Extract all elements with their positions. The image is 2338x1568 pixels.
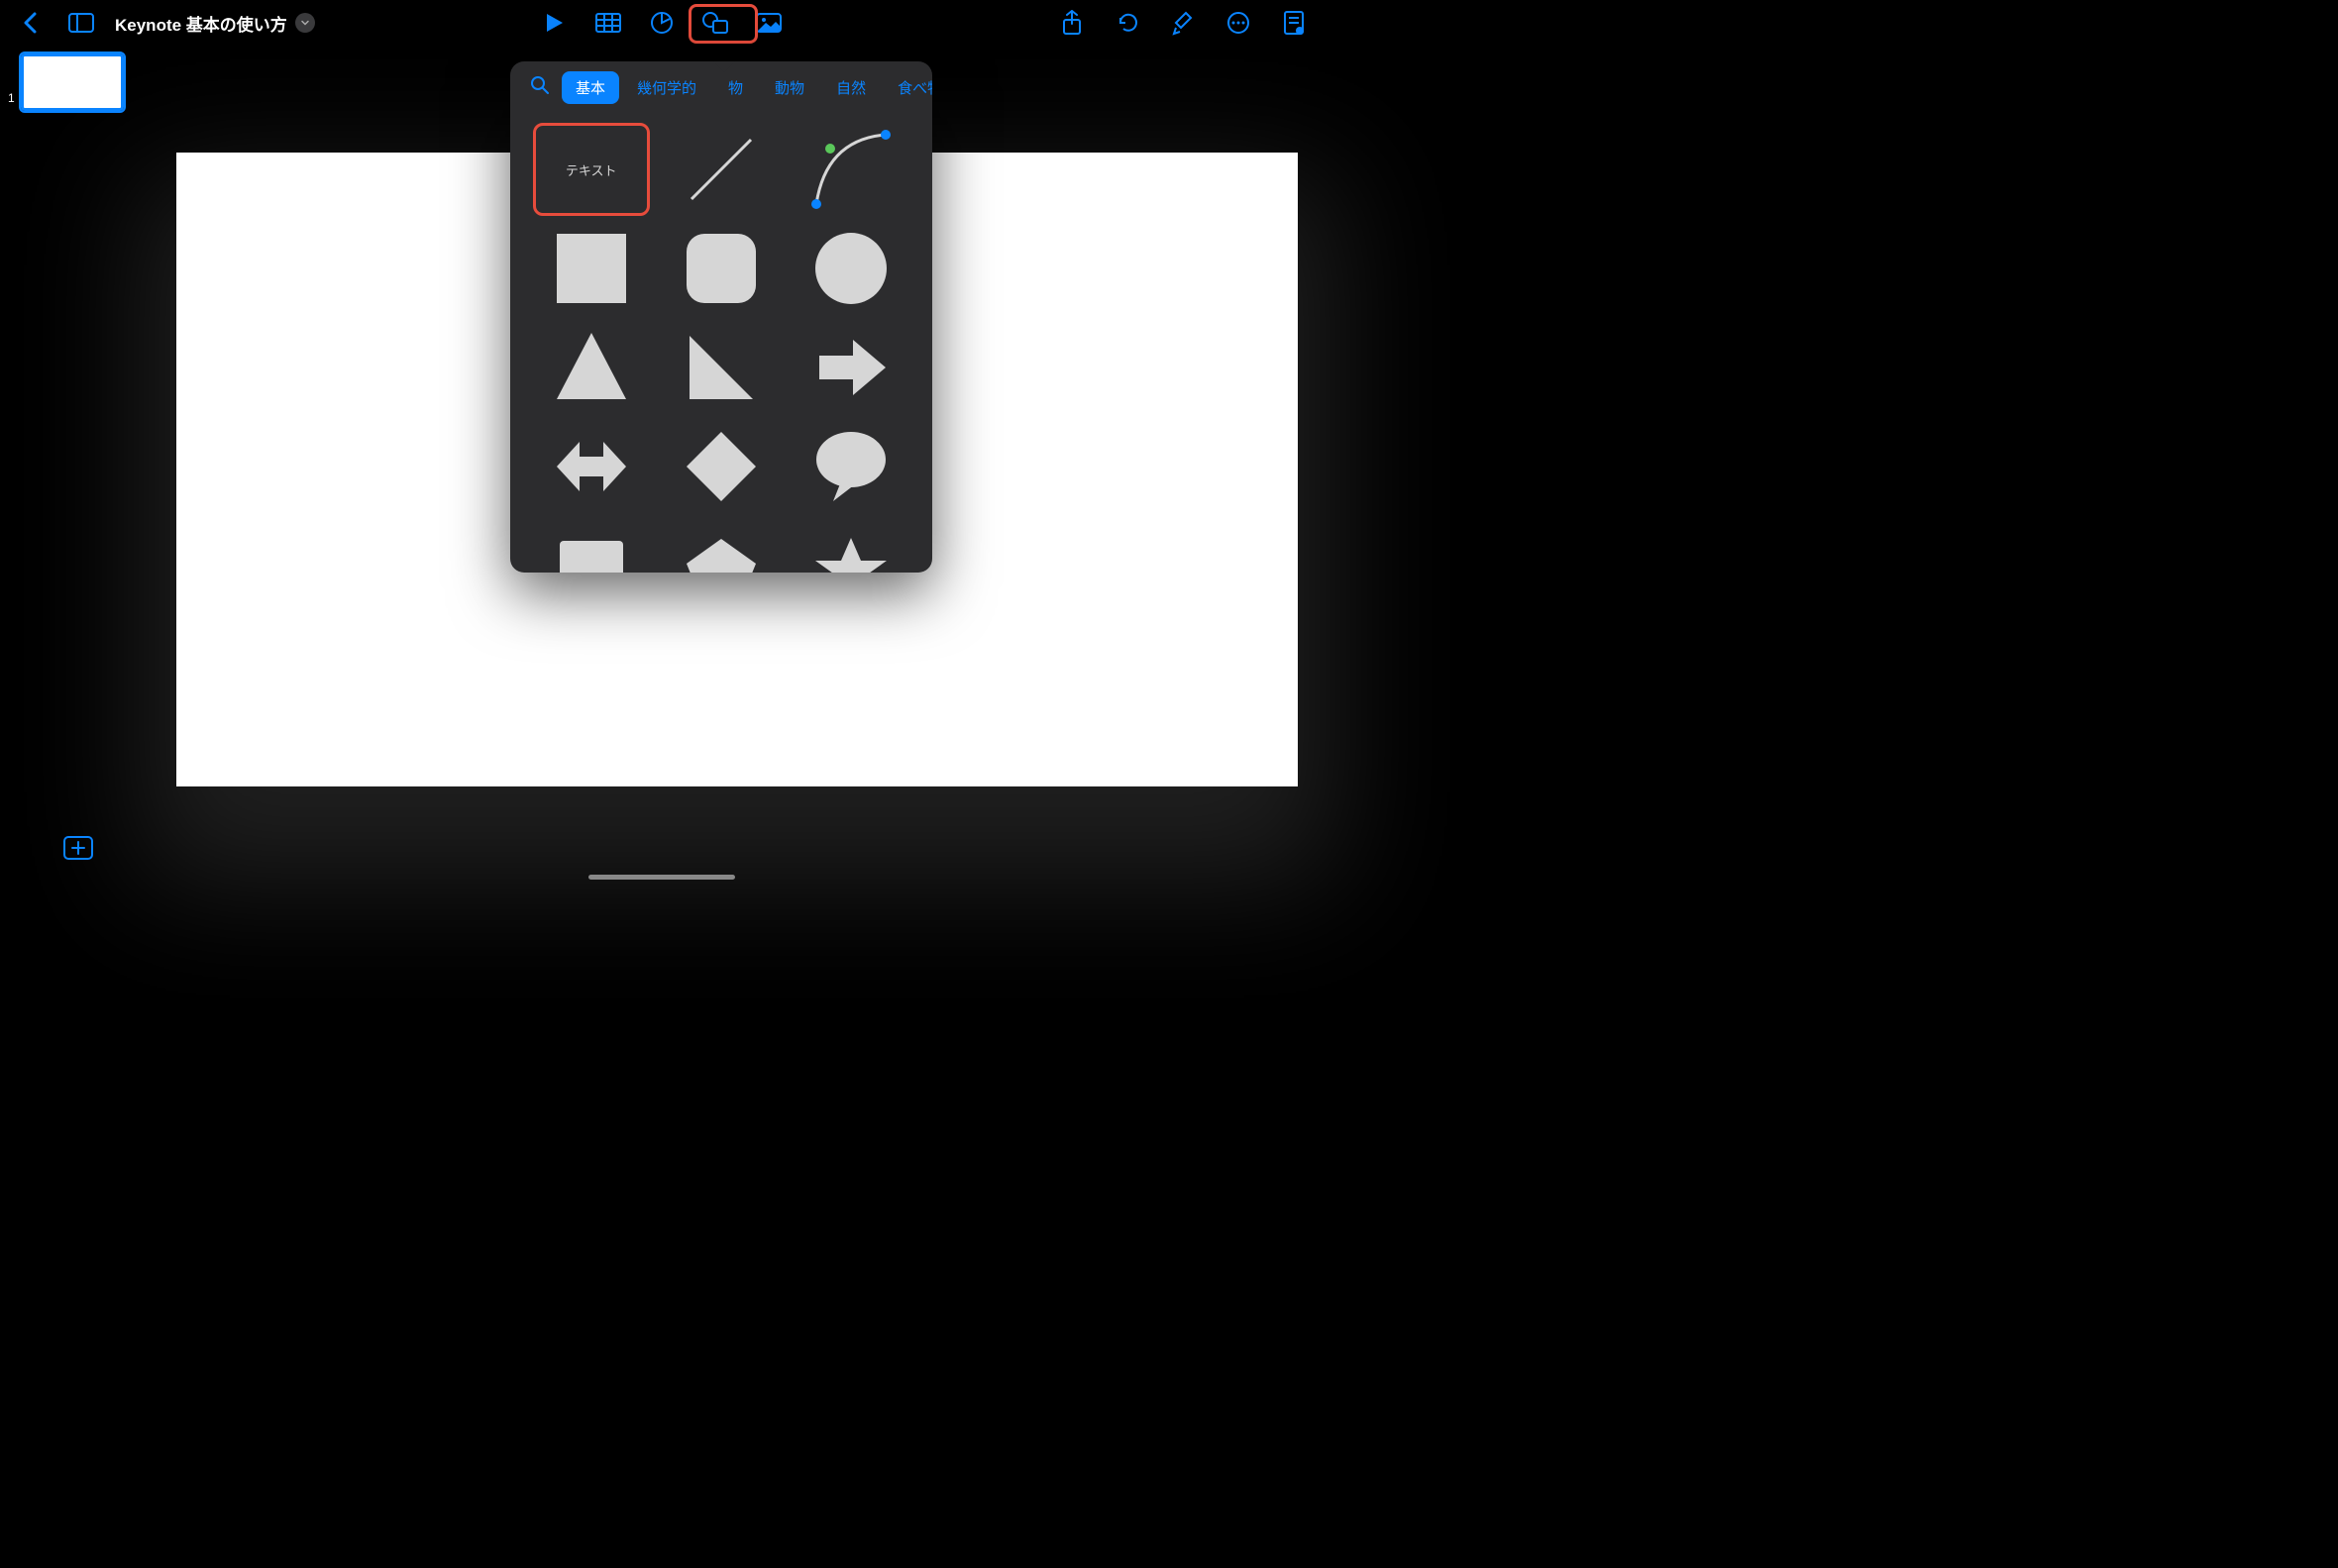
shapes-popover: 基本 幾何学的 物 動物 自然 食べ物 テキスト xyxy=(510,61,932,573)
slide-navigator: 1 xyxy=(0,46,151,888)
slide-thumbnail-preview xyxy=(21,53,124,111)
shape-arrow-right[interactable] xyxy=(793,324,910,411)
shape-speech-bubble[interactable] xyxy=(793,423,910,510)
search-icon[interactable] xyxy=(522,71,558,104)
shape-star[interactable] xyxy=(793,522,910,573)
share-icon[interactable] xyxy=(1054,5,1090,41)
shape-circle[interactable] xyxy=(793,225,910,312)
shape-triangle[interactable] xyxy=(532,324,650,411)
home-indicator xyxy=(588,875,735,880)
tab-geometric[interactable]: 幾何学的 xyxy=(623,71,710,104)
tab-objects[interactable]: 物 xyxy=(714,71,757,104)
more-icon[interactable] xyxy=(1221,5,1256,41)
insert-table-icon[interactable] xyxy=(590,5,626,41)
tab-animals[interactable]: 動物 xyxy=(761,71,818,104)
format-brush-icon[interactable] xyxy=(1165,5,1201,41)
insert-media-icon[interactable] xyxy=(751,5,787,41)
tab-food[interactable]: 食べ物 xyxy=(884,71,932,104)
shape-text[interactable]: テキスト xyxy=(532,126,650,213)
tab-basic[interactable]: 基本 xyxy=(562,71,619,104)
shape-callout-rect[interactable] xyxy=(532,522,650,573)
play-button[interactable] xyxy=(537,5,573,41)
shape-pentagon[interactable] xyxy=(662,522,780,573)
insert-chart-icon[interactable] xyxy=(644,5,680,41)
document-title-text: Keynote 基本の使い方 xyxy=(115,11,287,36)
chevron-down-icon[interactable] xyxy=(295,13,315,33)
tab-nature[interactable]: 自然 xyxy=(822,71,880,104)
shape-diamond[interactable] xyxy=(662,423,780,510)
shape-square[interactable] xyxy=(532,225,650,312)
presenter-notes-icon[interactable] xyxy=(1276,5,1312,41)
shape-line[interactable] xyxy=(662,126,780,213)
slide-thumbnail[interactable]: 1 xyxy=(8,53,143,111)
shape-double-arrow[interactable] xyxy=(532,423,650,510)
shape-curve[interactable] xyxy=(793,126,910,213)
back-button[interactable] xyxy=(12,5,48,41)
sidebar-toggle-icon[interactable] xyxy=(63,5,99,41)
text-shape-label: テキスト xyxy=(533,123,650,216)
insert-shape-icon[interactable] xyxy=(697,5,733,41)
document-title[interactable]: Keynote 基本の使い方 xyxy=(115,11,315,36)
slide-number: 1 xyxy=(8,91,15,111)
undo-icon[interactable] xyxy=(1110,5,1145,41)
shape-rounded-square[interactable] xyxy=(662,225,780,312)
add-slide-button[interactable] xyxy=(63,836,93,860)
shape-right-triangle[interactable] xyxy=(662,324,780,411)
